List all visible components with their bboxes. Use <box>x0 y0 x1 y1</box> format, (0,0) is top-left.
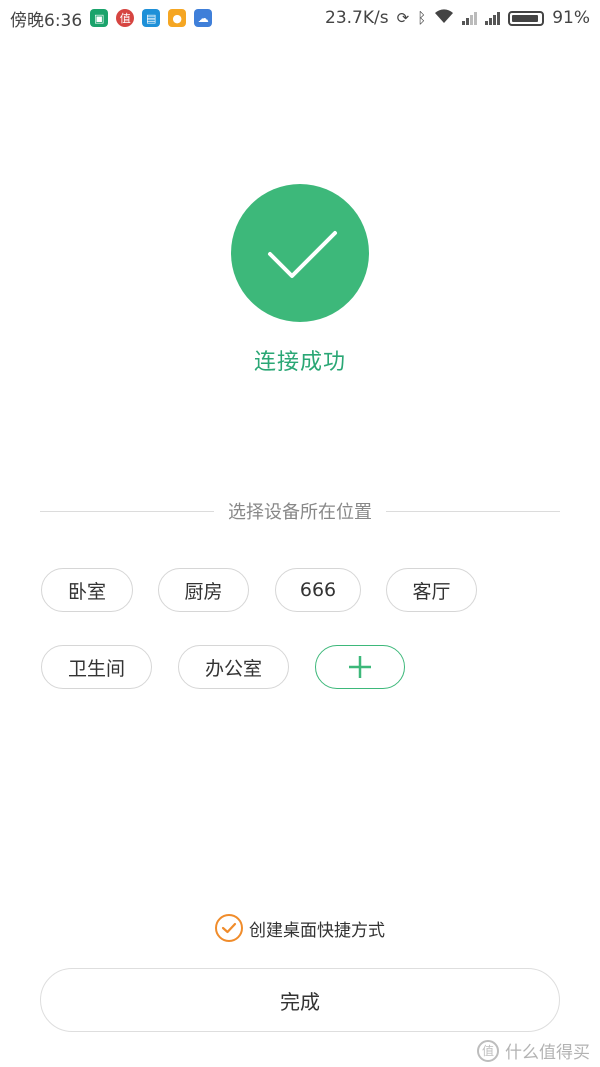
location-section-label: 选择设备所在位置 <box>228 502 372 523</box>
create-shortcut-option[interactable]: 创建桌面快捷方式 <box>0 912 600 944</box>
status-time: 傍晚6:36 <box>10 10 83 31</box>
status-bar-right: 23.7K/s ⟳ ᛒ 91% <box>325 8 590 29</box>
add-room-button[interactable] <box>315 645 405 689</box>
divider-line-left <box>40 510 214 512</box>
wifi-icon <box>434 8 454 29</box>
signal-1-icon <box>462 11 478 25</box>
success-circle <box>231 184 369 322</box>
watermark-badge-icon: 值 <box>477 1039 499 1062</box>
location-divider: 选择设备所在位置 <box>40 497 560 525</box>
smzdm-icon: 值 <box>116 9 135 27</box>
checkmark-icon <box>268 231 337 278</box>
mi-home-icon: ▣ <box>90 9 109 27</box>
success-message: 连接成功 <box>253 350 346 375</box>
room-chip-living-room[interactable]: 客厅 <box>386 568 477 612</box>
signal-2-icon <box>485 11 501 25</box>
battery-fill <box>512 14 538 22</box>
room-chip-bathroom[interactable]: 卫生间 <box>41 645 152 689</box>
status-bar: 傍晚6:36 ▣ 值 ▤ ● ☁ 23.7K/s ⟳ ᛒ 91% <box>0 0 600 36</box>
plus-icon <box>349 656 371 678</box>
shortcut-label: 创建桌面快捷方式 <box>249 920 385 941</box>
network-speed: 23.7K/s <box>325 8 389 28</box>
shortcut-checkbox[interactable] <box>215 914 243 942</box>
app-blue-icon: ▤ <box>142 9 161 27</box>
room-chip-666[interactable]: 666 <box>275 568 361 612</box>
check-icon <box>221 922 237 934</box>
battery-icon <box>508 10 545 26</box>
room-chip-bedroom[interactable]: 卧室 <box>41 568 133 612</box>
room-chip-office[interactable]: 办公室 <box>178 645 289 689</box>
room-chip-kitchen[interactable]: 厨房 <box>158 568 249 612</box>
watermark: 值 什么值得买 <box>477 1038 590 1063</box>
cloud-icon: ☁ <box>194 9 213 27</box>
bluetooth-icon: ᛒ <box>417 9 427 27</box>
watermark-text: 什么值得买 <box>505 1043 590 1063</box>
battery-percent: 91% <box>552 8 590 28</box>
divider-line-right <box>386 510 560 512</box>
chat-orange-icon: ● <box>168 9 187 27</box>
done-button[interactable]: 完成 <box>40 968 560 1032</box>
sync-icon: ⟳ <box>396 9 410 27</box>
status-bar-left: 傍晚6:36 ▣ 值 ▤ ● ☁ <box>10 6 213 31</box>
